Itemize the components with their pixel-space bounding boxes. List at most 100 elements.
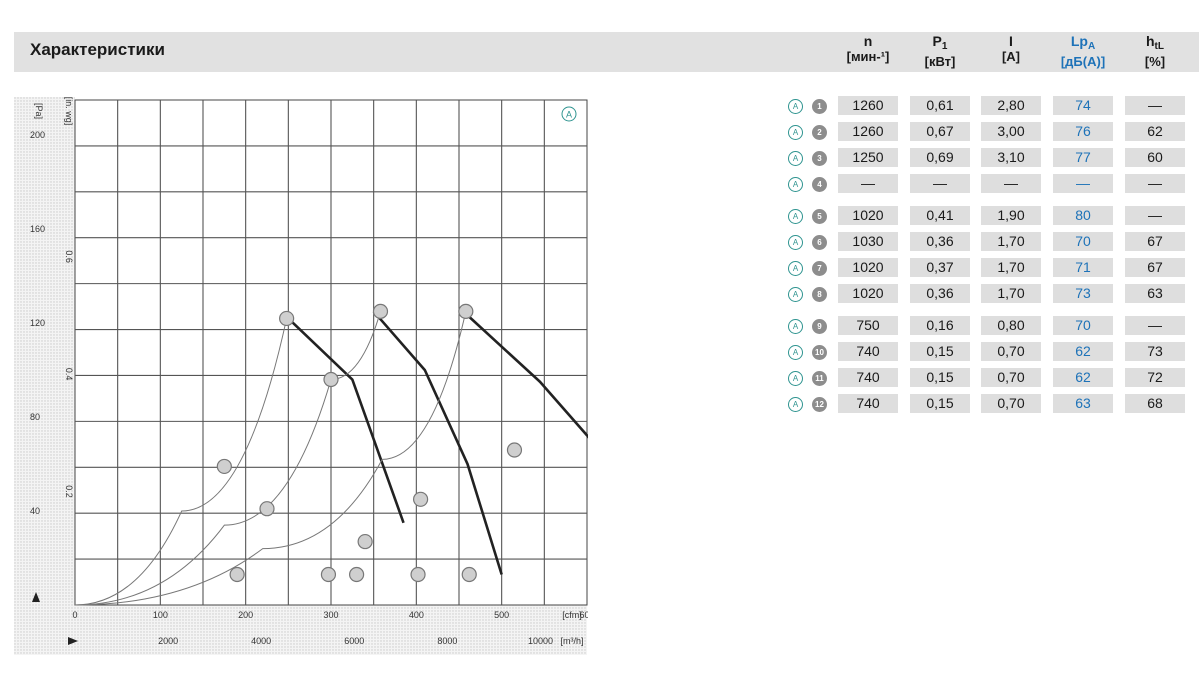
current-cell: 0,70: [981, 394, 1041, 413]
efficiency-cell: —: [1125, 316, 1185, 335]
table-row: A 11 740 0,15 0,70 62 72: [780, 368, 1199, 388]
operating-point: [372, 303, 389, 319]
current-cell: 3,00: [981, 122, 1041, 141]
speed-cell: 1020: [838, 258, 898, 277]
current-cell: 0,70: [981, 368, 1041, 387]
operating-point: [357, 533, 373, 550]
power-cell: 0,61: [910, 96, 970, 115]
row-number-badge: 11: [812, 371, 827, 386]
x-tick-label-top: 300: [323, 610, 338, 620]
y-tick-label: 200: [30, 130, 45, 140]
power-cell: 0,36: [910, 232, 970, 251]
speed-cell: 1020: [838, 206, 898, 225]
noise-cell: 77: [1053, 148, 1113, 167]
power-cell: —: [910, 174, 970, 193]
power-cell: 0,36: [910, 284, 970, 303]
table-row: A 3 1250 0,69 3,10 77 60: [780, 148, 1199, 168]
power-cell: 0,37: [910, 258, 970, 277]
current-cell: 0,70: [981, 342, 1041, 361]
table-row: A 6 1030 0,36 1,70 70 67: [780, 232, 1199, 252]
a-marker-icon: A: [788, 319, 803, 334]
fan-curve-chart: A 200 160 120 80 40 [Pa] 0.6 0.4 0.2 [in. wg] 0 100 2…: [14, 97, 619, 655]
corner-a-label: A: [566, 110, 572, 120]
column-header-symbol: I: [1009, 33, 1013, 49]
a-marker-icon: A: [788, 209, 803, 224]
y2-tick-label: 0.6: [64, 250, 74, 263]
y-tick-label: 120: [30, 318, 45, 328]
noise-cell: 62: [1053, 368, 1113, 387]
operating-point: [320, 566, 337, 583]
column-header-symbol: Lp: [1070, 33, 1088, 49]
efficiency-cell: —: [1125, 174, 1185, 193]
noise-cell: 76: [1053, 122, 1113, 141]
power-cell: 0,15: [910, 394, 970, 413]
a-marker-icon: A: [788, 371, 803, 386]
operating-point: [506, 442, 523, 458]
x-tick-label-top: 100: [153, 610, 168, 620]
current-cell: 3,10: [981, 148, 1041, 167]
noise-cell: 71: [1053, 258, 1113, 277]
operating-point: [410, 566, 426, 583]
operating-point: [323, 371, 339, 388]
table-row: A 10 740 0,15 0,70 62 73: [780, 342, 1199, 362]
efficiency-cell: 63: [1125, 284, 1185, 303]
y2-tick-label: 0.2: [64, 485, 74, 498]
current-cell: —: [981, 174, 1041, 193]
table-row: A 7 1020 0,37 1,70 71 67: [780, 258, 1199, 278]
efficiency-cell: 73: [1125, 342, 1185, 361]
column-header-subscript: 1: [941, 41, 948, 52]
power-cell: 0,15: [910, 342, 970, 361]
speed-cell: 740: [838, 394, 898, 413]
efficiency-cell: 72: [1125, 368, 1185, 387]
column-header-unit: [кВт]: [924, 54, 956, 69]
x-tick-label-top: 0: [72, 610, 77, 620]
row-number-badge: 5: [812, 209, 827, 224]
operating-point: [259, 501, 275, 517]
row-number-badge: 3: [812, 151, 827, 166]
row-number-badge: 10: [812, 345, 827, 360]
power-cell: 0,16: [910, 316, 970, 335]
a-marker-icon: A: [788, 287, 803, 302]
x-tick-label-bottom: 4000: [251, 636, 271, 646]
current-cell: 1,70: [981, 284, 1041, 303]
operating-point: [216, 458, 232, 475]
row-number-badge: 7: [812, 261, 827, 276]
x-tick-label-bottom: 6000: [344, 636, 364, 646]
y-tick-label: 80: [30, 412, 40, 422]
current-cell: 2,80: [981, 96, 1041, 115]
table-row: A 2 1260 0,67 3,00 76 62: [780, 122, 1199, 142]
efficiency-cell: 68: [1125, 394, 1185, 413]
table-row: A 9 750 0,16 0,80 70 —: [780, 316, 1199, 336]
noise-cell: 74: [1053, 96, 1113, 115]
a-marker-icon: A: [788, 151, 803, 166]
table-row: A 5 1020 0,41 1,90 80 —: [780, 206, 1199, 226]
efficiency-cell: 67: [1125, 258, 1185, 277]
a-marker-icon: A: [788, 177, 803, 192]
speed-cell: 750: [838, 316, 898, 335]
operating-point: [279, 310, 295, 327]
operating-point: [229, 566, 245, 583]
column-header-0: n [мин-¹]: [838, 34, 898, 65]
x-tick-label-bottom: 2000: [158, 636, 178, 646]
power-cell: 0,69: [910, 148, 970, 167]
efficiency-cell: 67: [1125, 232, 1185, 251]
x-tick-label-top: 400: [409, 610, 424, 620]
column-header-unit: [A]: [1001, 49, 1021, 64]
power-cell: 0,15: [910, 368, 970, 387]
a-marker-icon: A: [788, 397, 803, 412]
current-cell: 0,80: [981, 316, 1041, 335]
current-cell: 1,90: [981, 206, 1041, 225]
y-tick-label: 160: [30, 224, 45, 234]
speed-cell: 1020: [838, 284, 898, 303]
table-row: A 4 — — — — —: [780, 174, 1199, 194]
power-cell: 0,41: [910, 206, 970, 225]
row-number-badge: 6: [812, 235, 827, 250]
a-marker-icon: A: [788, 345, 803, 360]
noise-cell: 70: [1053, 232, 1113, 251]
speed-cell: 740: [838, 368, 898, 387]
row-number-badge: 8: [812, 287, 827, 302]
y2-unit-label: [in. wg]: [64, 97, 74, 125]
efficiency-cell: —: [1125, 96, 1185, 115]
table-row: A 1 1260 0,61 2,80 74 —: [780, 96, 1199, 116]
noise-cell: 73: [1053, 284, 1113, 303]
